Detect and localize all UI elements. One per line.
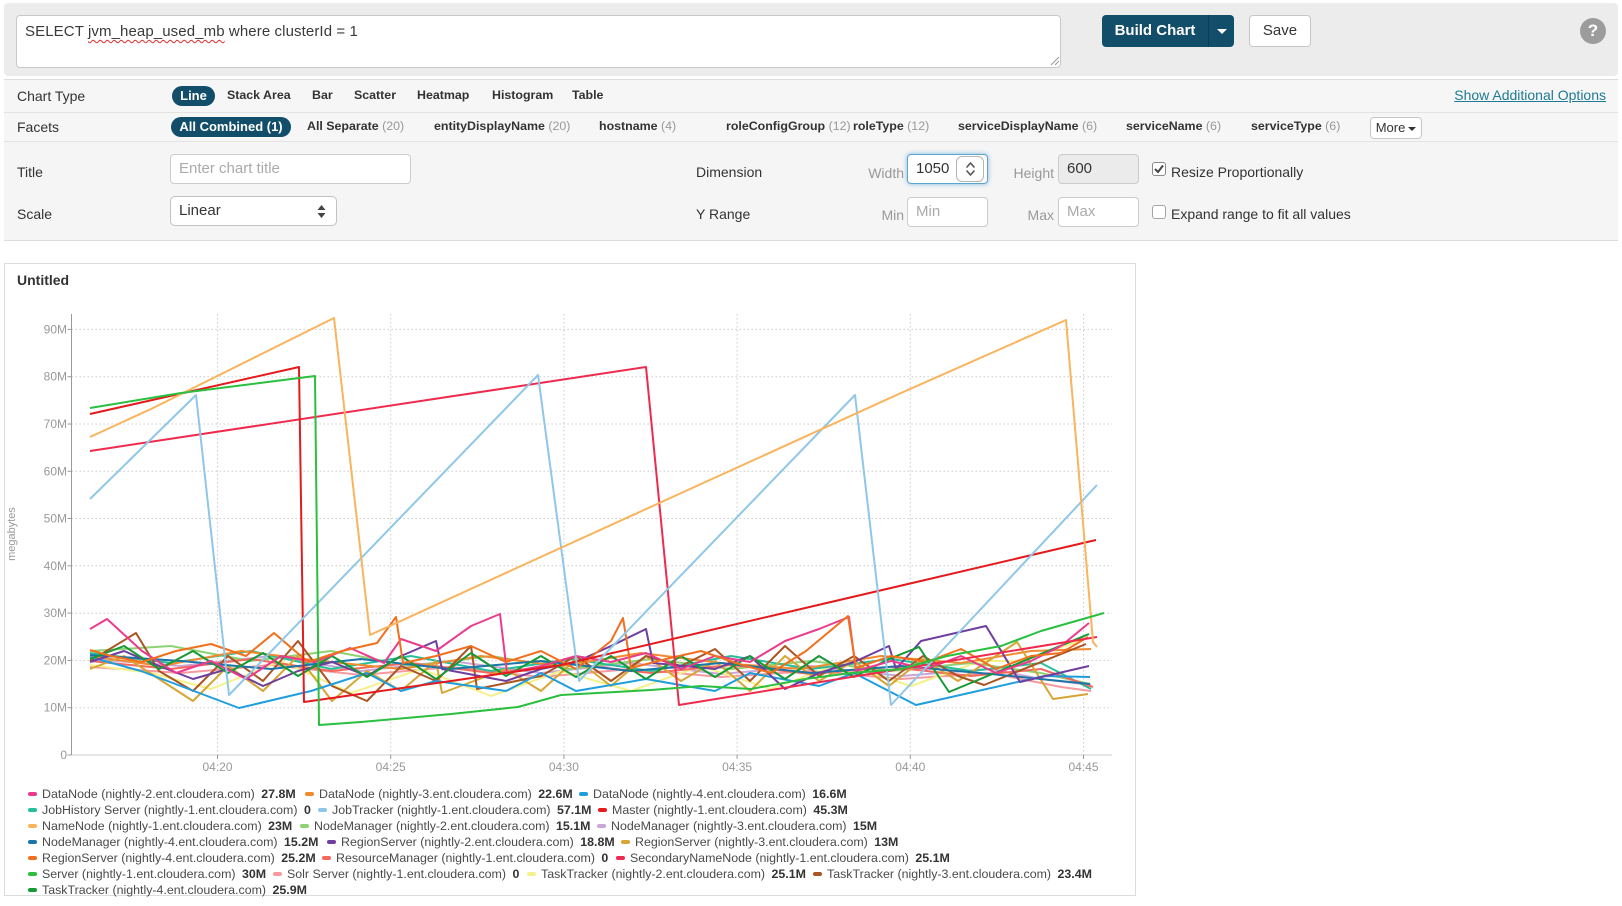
svg-text:04:20: 04:20 [202,760,232,774]
svg-text:90M: 90M [44,322,67,336]
svg-text:04:25: 04:25 [376,760,406,774]
svg-text:megabytes: megabytes [6,507,18,561]
svg-text:50M: 50M [44,512,67,526]
svg-text:30M: 30M [44,606,67,620]
svg-text:40M: 40M [44,559,67,573]
svg-text:04:45: 04:45 [1068,760,1098,774]
svg-text:70M: 70M [44,417,67,431]
svg-text:04:35: 04:35 [722,760,752,774]
svg-text:0: 0 [60,748,67,762]
svg-text:20M: 20M [44,653,67,667]
svg-text:04:40: 04:40 [895,760,925,774]
svg-text:80M: 80M [44,370,67,384]
svg-text:10M: 10M [44,701,67,715]
svg-text:60M: 60M [44,464,67,478]
svg-text:04:30: 04:30 [549,760,579,774]
